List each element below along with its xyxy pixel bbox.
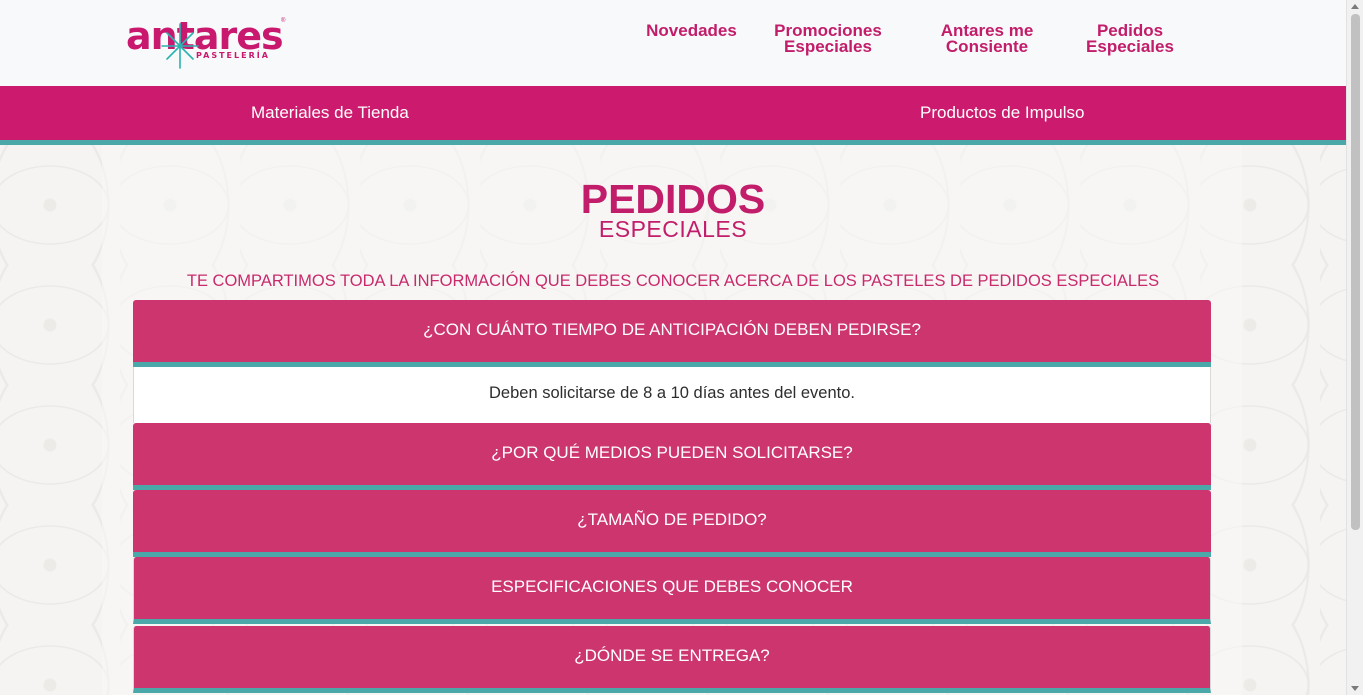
- subnav-materiales-de-tienda[interactable]: Materiales de Tienda: [251, 103, 409, 123]
- star-logo-icon: [161, 23, 199, 69]
- subnav-productos-de-impulso[interactable]: Productos de Impulso: [920, 103, 1084, 123]
- nav-pedidos-especiales[interactable]: Pedidos Especiales: [1082, 22, 1178, 55]
- faq-question-tamano[interactable]: ¿TAMAÑO DE PEDIDO?: [133, 490, 1211, 557]
- top-header: antares PASTELERÍA ® Novedades Promocion…: [0, 0, 1346, 86]
- nav-promociones-especiales[interactable]: Promociones Especiales: [768, 22, 888, 55]
- logo-wordmark: antares: [126, 14, 284, 58]
- vertical-scrollbar[interactable]: [1346, 0, 1363, 695]
- scroll-down-arrow-icon[interactable]: [1351, 686, 1359, 691]
- intro-text: TE COMPARTIMOS TODA LA INFORMACIÓN QUE D…: [186, 272, 1160, 290]
- page-subtitle: ESPECIALES: [598, 216, 748, 242]
- faq-question-medios[interactable]: ¿POR QUÉ MEDIOS PUEDEN SOLICITARSE?: [133, 423, 1211, 490]
- faq-question-especificaciones[interactable]: ESPECIFICACIONES QUE DEBES CONOCER: [133, 557, 1211, 624]
- nav-novedades[interactable]: Novedades: [645, 22, 738, 39]
- scroll-thumb[interactable]: [1351, 14, 1360, 530]
- page: antares PASTELERÍA ® Novedades Promocion…: [0, 0, 1346, 695]
- registered-mark: ®: [281, 18, 286, 24]
- scroll-up-arrow-icon[interactable]: [1351, 4, 1359, 9]
- secondary-nav: Materiales de Tienda Productos de Impuls…: [0, 86, 1346, 145]
- faq-answer-anticipacion: Deben solicitarse de 8 a 10 días antes d…: [133, 367, 1211, 423]
- faq-question-anticipacion[interactable]: ¿CON CUÁNTO TIEMPO DE ANTICIPACIÓN DEBEN…: [133, 300, 1211, 367]
- nav-antares-me-consiente[interactable]: Antares me Consiente: [932, 22, 1042, 55]
- faq-question-entrega[interactable]: ¿DÓNDE SE ENTREGA?: [133, 626, 1211, 693]
- antares-logo[interactable]: antares PASTELERÍA ®: [126, 14, 288, 70]
- logo-subtitle: PASTELERÍA: [196, 51, 270, 60]
